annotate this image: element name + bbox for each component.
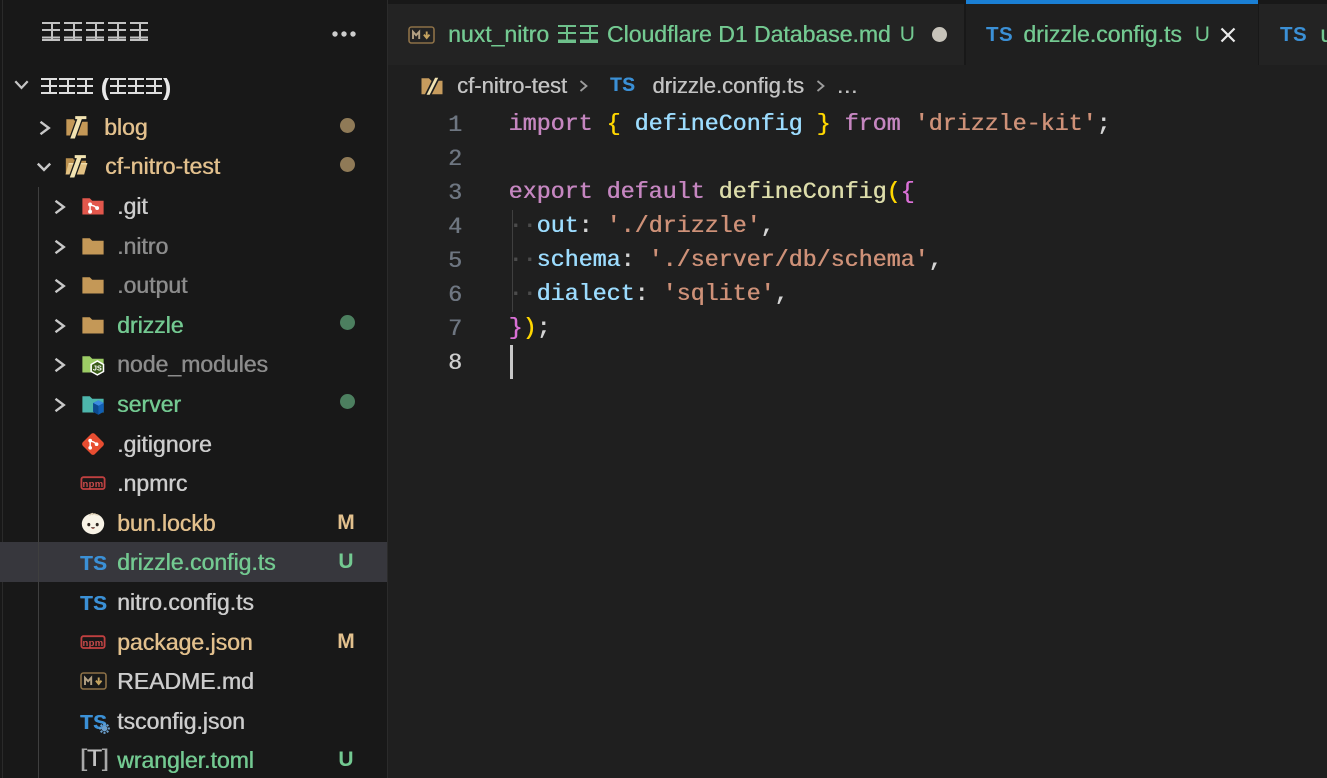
svg-text:JS: JS	[93, 364, 102, 373]
svg-text:npm: npm	[83, 479, 104, 490]
svg-text:npm: npm	[83, 637, 104, 648]
